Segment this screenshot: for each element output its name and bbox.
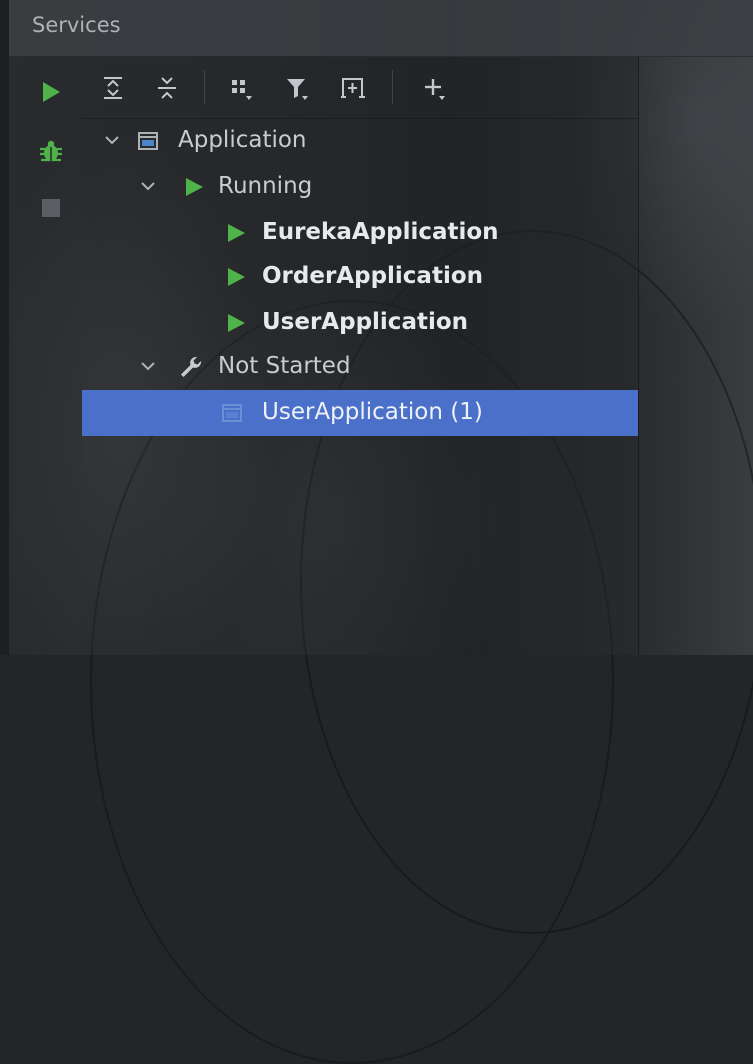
collapse-all-button[interactable]	[154, 75, 180, 101]
tree-node-service[interactable]: EurekaApplication	[82, 210, 638, 256]
chevron-down-icon[interactable]	[138, 356, 158, 376]
add-icon	[425, 79, 445, 100]
chevron-down-icon[interactable]	[138, 176, 158, 196]
run-icon	[228, 224, 245, 242]
tree-node-application[interactable]: Application	[82, 118, 638, 164]
tree-node-label: UserApplication (1)	[262, 399, 483, 425]
services-toolbar	[82, 56, 638, 119]
wrench-icon	[181, 356, 202, 377]
tree-node-not-started[interactable]: Not Started	[82, 344, 638, 390]
services-side-toolbar	[9, 56, 82, 655]
run-icon	[228, 268, 245, 286]
tree-node-service[interactable]: OrderApplication	[82, 254, 638, 300]
filter-button[interactable]	[284, 75, 310, 101]
application-window-icon	[222, 404, 242, 422]
debug-button[interactable]	[37, 138, 65, 166]
tree-node-running[interactable]: Running	[82, 164, 638, 210]
collapse-all-icon	[158, 77, 176, 99]
run-icon	[228, 314, 245, 332]
group-by-button[interactable]	[228, 75, 254, 101]
chevron-down-icon[interactable]	[102, 130, 122, 150]
add-service-button[interactable]	[422, 75, 448, 101]
toolbar-separator	[392, 70, 393, 104]
stop-icon	[42, 199, 60, 217]
expand-all-button[interactable]	[100, 75, 126, 101]
tree-node-label: UserApplication	[262, 309, 469, 335]
tree-node-service-selected[interactable]: UserApplication (1)	[82, 390, 638, 436]
tree-node-label: EurekaApplication	[262, 219, 499, 245]
tree-node-label: OrderApplication	[262, 263, 484, 289]
new-tab-button[interactable]	[340, 75, 366, 101]
stop-button[interactable]	[37, 194, 65, 222]
application-window-icon	[138, 132, 158, 150]
window-edge	[0, 0, 9, 655]
group-icon	[232, 80, 252, 100]
toolbar-separator	[204, 70, 205, 104]
expand-all-icon	[104, 77, 122, 99]
tool-window-header: Services	[9, 0, 753, 57]
run-icon	[43, 82, 60, 102]
filter-icon	[287, 79, 308, 100]
run-icon	[186, 178, 203, 196]
run-button[interactable]	[37, 78, 65, 106]
tree-node-service[interactable]: UserApplication	[82, 300, 638, 346]
tree-node-label: Not Started	[218, 353, 351, 379]
tree-node-label: Application	[178, 127, 307, 153]
bug-icon	[40, 140, 62, 162]
tree-node-label: Running	[218, 173, 313, 199]
tool-window-title: Services	[32, 13, 121, 37]
open-in-new-tab-icon	[341, 78, 365, 98]
